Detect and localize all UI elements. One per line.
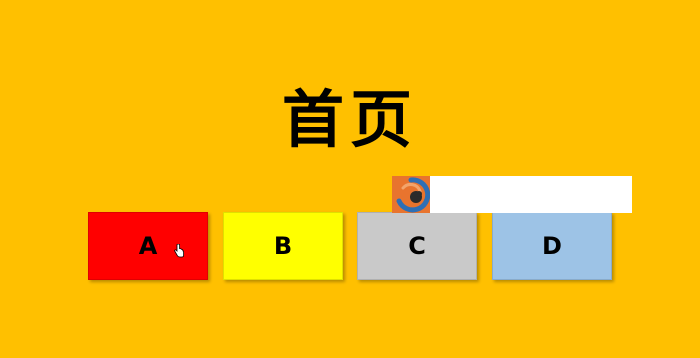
nav-button-c-label: C <box>408 232 426 260</box>
recorder-app-icon[interactable] <box>392 176 430 213</box>
floating-popup[interactable] <box>392 176 632 213</box>
nav-button-b-label: B <box>273 232 293 260</box>
slide-canvas: 首页 A B C D <box>0 0 700 358</box>
nav-button-a[interactable]: A <box>88 212 208 280</box>
nav-button-a-label: A <box>138 232 158 260</box>
page-title: 首页 <box>281 83 418 156</box>
nav-button-row: A B C D <box>0 212 700 280</box>
nav-button-b[interactable]: B <box>223 212 343 280</box>
nav-button-c[interactable]: C <box>357 212 477 280</box>
nav-button-d-label: D <box>542 232 562 260</box>
nav-button-d[interactable]: D <box>492 212 612 280</box>
hand-pointer-icon <box>174 244 184 258</box>
